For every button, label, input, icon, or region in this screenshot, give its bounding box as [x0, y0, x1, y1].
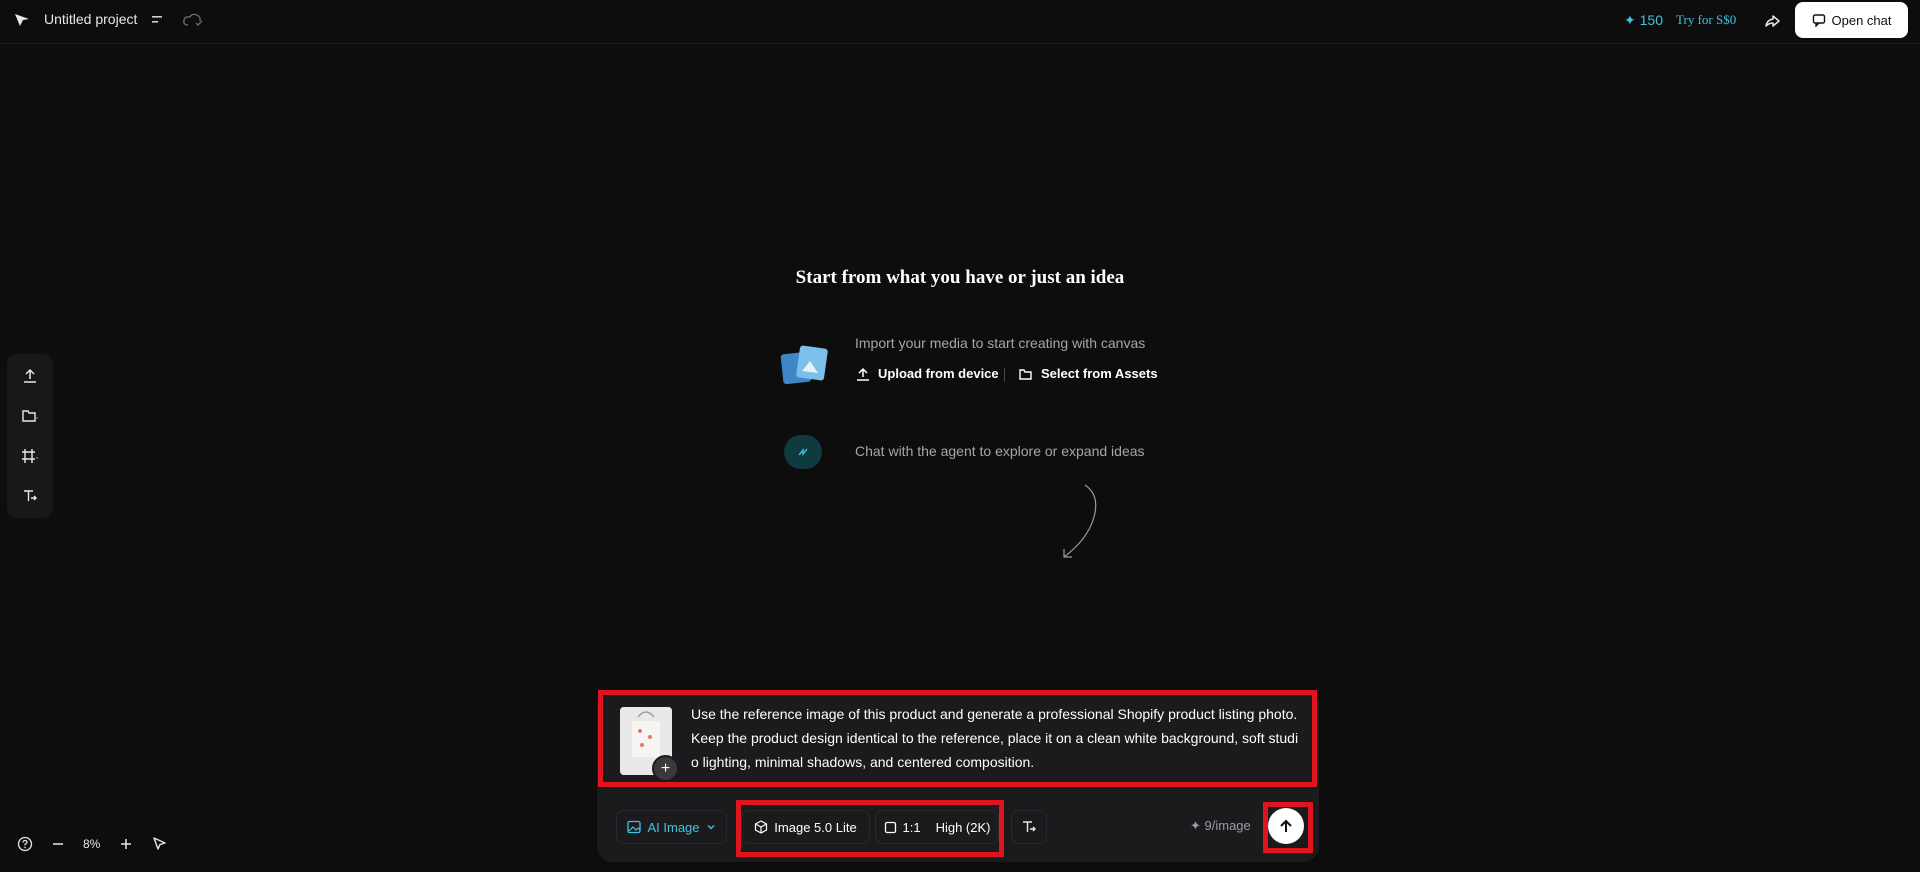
folder-icon	[22, 410, 38, 422]
frame-tool-button[interactable]	[17, 443, 43, 469]
ai-image-mode-dropdown[interactable]: AI Image	[616, 810, 727, 844]
ratio-label: 1:1	[902, 819, 921, 835]
quality-label: High (2K)	[935, 819, 991, 835]
text-style-button[interactable]	[1011, 810, 1047, 844]
welcome-title: Start from what you have or just an idea	[795, 267, 1125, 288]
upload-from-device-link[interactable]: Upload from device	[856, 366, 999, 381]
upload-label: Upload from device	[878, 366, 999, 381]
zoom-out-icon[interactable]	[50, 836, 66, 852]
send-button[interactable]	[1268, 808, 1304, 844]
media-thumbnails-icon	[780, 345, 828, 385]
assets-tool-button[interactable]	[17, 403, 43, 429]
agent-hint: Chat with the agent to explore or expand…	[855, 443, 1145, 459]
open-chat-button[interactable]: Open chat	[1795, 2, 1908, 38]
assets-label: Select from Assets	[1041, 366, 1158, 381]
project-title[interactable]: Untitled project	[44, 11, 137, 27]
help-icon[interactable]	[17, 836, 33, 852]
text-icon	[1023, 821, 1036, 832]
arrow-up-icon	[1280, 819, 1292, 832]
ratio-setting: 1:1	[884, 820, 921, 835]
zoom-level[interactable]: 8%	[83, 837, 100, 851]
upload-icon	[857, 367, 869, 381]
folder-icon	[1019, 368, 1032, 380]
agent-bubble	[784, 435, 822, 469]
upload-tool-button[interactable]	[17, 363, 43, 389]
upload-icon	[24, 368, 36, 383]
text-icon	[24, 490, 37, 501]
chat-bubble-icon	[1812, 14, 1825, 27]
top-bar: Untitled project ✦ 150 Try for S$0 Open …	[0, 0, 1920, 44]
model-label: Image 5.0 Lite	[774, 819, 857, 835]
cloud-sync-icon[interactable]	[182, 11, 206, 29]
select-from-assets-link[interactable]: Select from Assets	[1019, 366, 1158, 381]
import-hint: Import your media to start creating with…	[855, 335, 1146, 351]
text-tool-button[interactable]	[17, 483, 43, 509]
share-icon[interactable]	[1762, 11, 1782, 31]
credits-counter[interactable]: ✦ 150	[1624, 12, 1663, 29]
image-icon	[627, 820, 642, 834]
menu-icon[interactable]	[150, 13, 166, 27]
chevron-down-icon	[707, 825, 715, 830]
cost-per-image: ✦ 9/image	[1190, 818, 1251, 833]
frame-icon	[22, 449, 38, 463]
square-ratio-icon	[884, 821, 896, 833]
pointer-icon[interactable]	[151, 835, 168, 852]
agent-icon	[798, 448, 808, 456]
link-divider	[1004, 368, 1005, 382]
mode-label: AI Image	[647, 819, 700, 835]
app-logo-icon[interactable]	[12, 10, 32, 30]
prompt-input[interactable]: Use the reference image of this product …	[691, 702, 1303, 774]
open-chat-label: Open chat	[1831, 12, 1892, 28]
ratio-quality-button[interactable]: 1:1 High (2K)	[875, 810, 999, 844]
zoom-in-icon[interactable]	[118, 836, 134, 852]
add-reference-button[interactable]: +	[652, 755, 679, 782]
model-selector-button[interactable]: Image 5.0 Lite	[741, 810, 870, 844]
curved-arrow-icon	[1063, 484, 1097, 558]
try-free-link[interactable]: Try for S$0	[1676, 12, 1736, 28]
side-toolbar	[7, 354, 53, 518]
cube-icon	[755, 820, 768, 834]
